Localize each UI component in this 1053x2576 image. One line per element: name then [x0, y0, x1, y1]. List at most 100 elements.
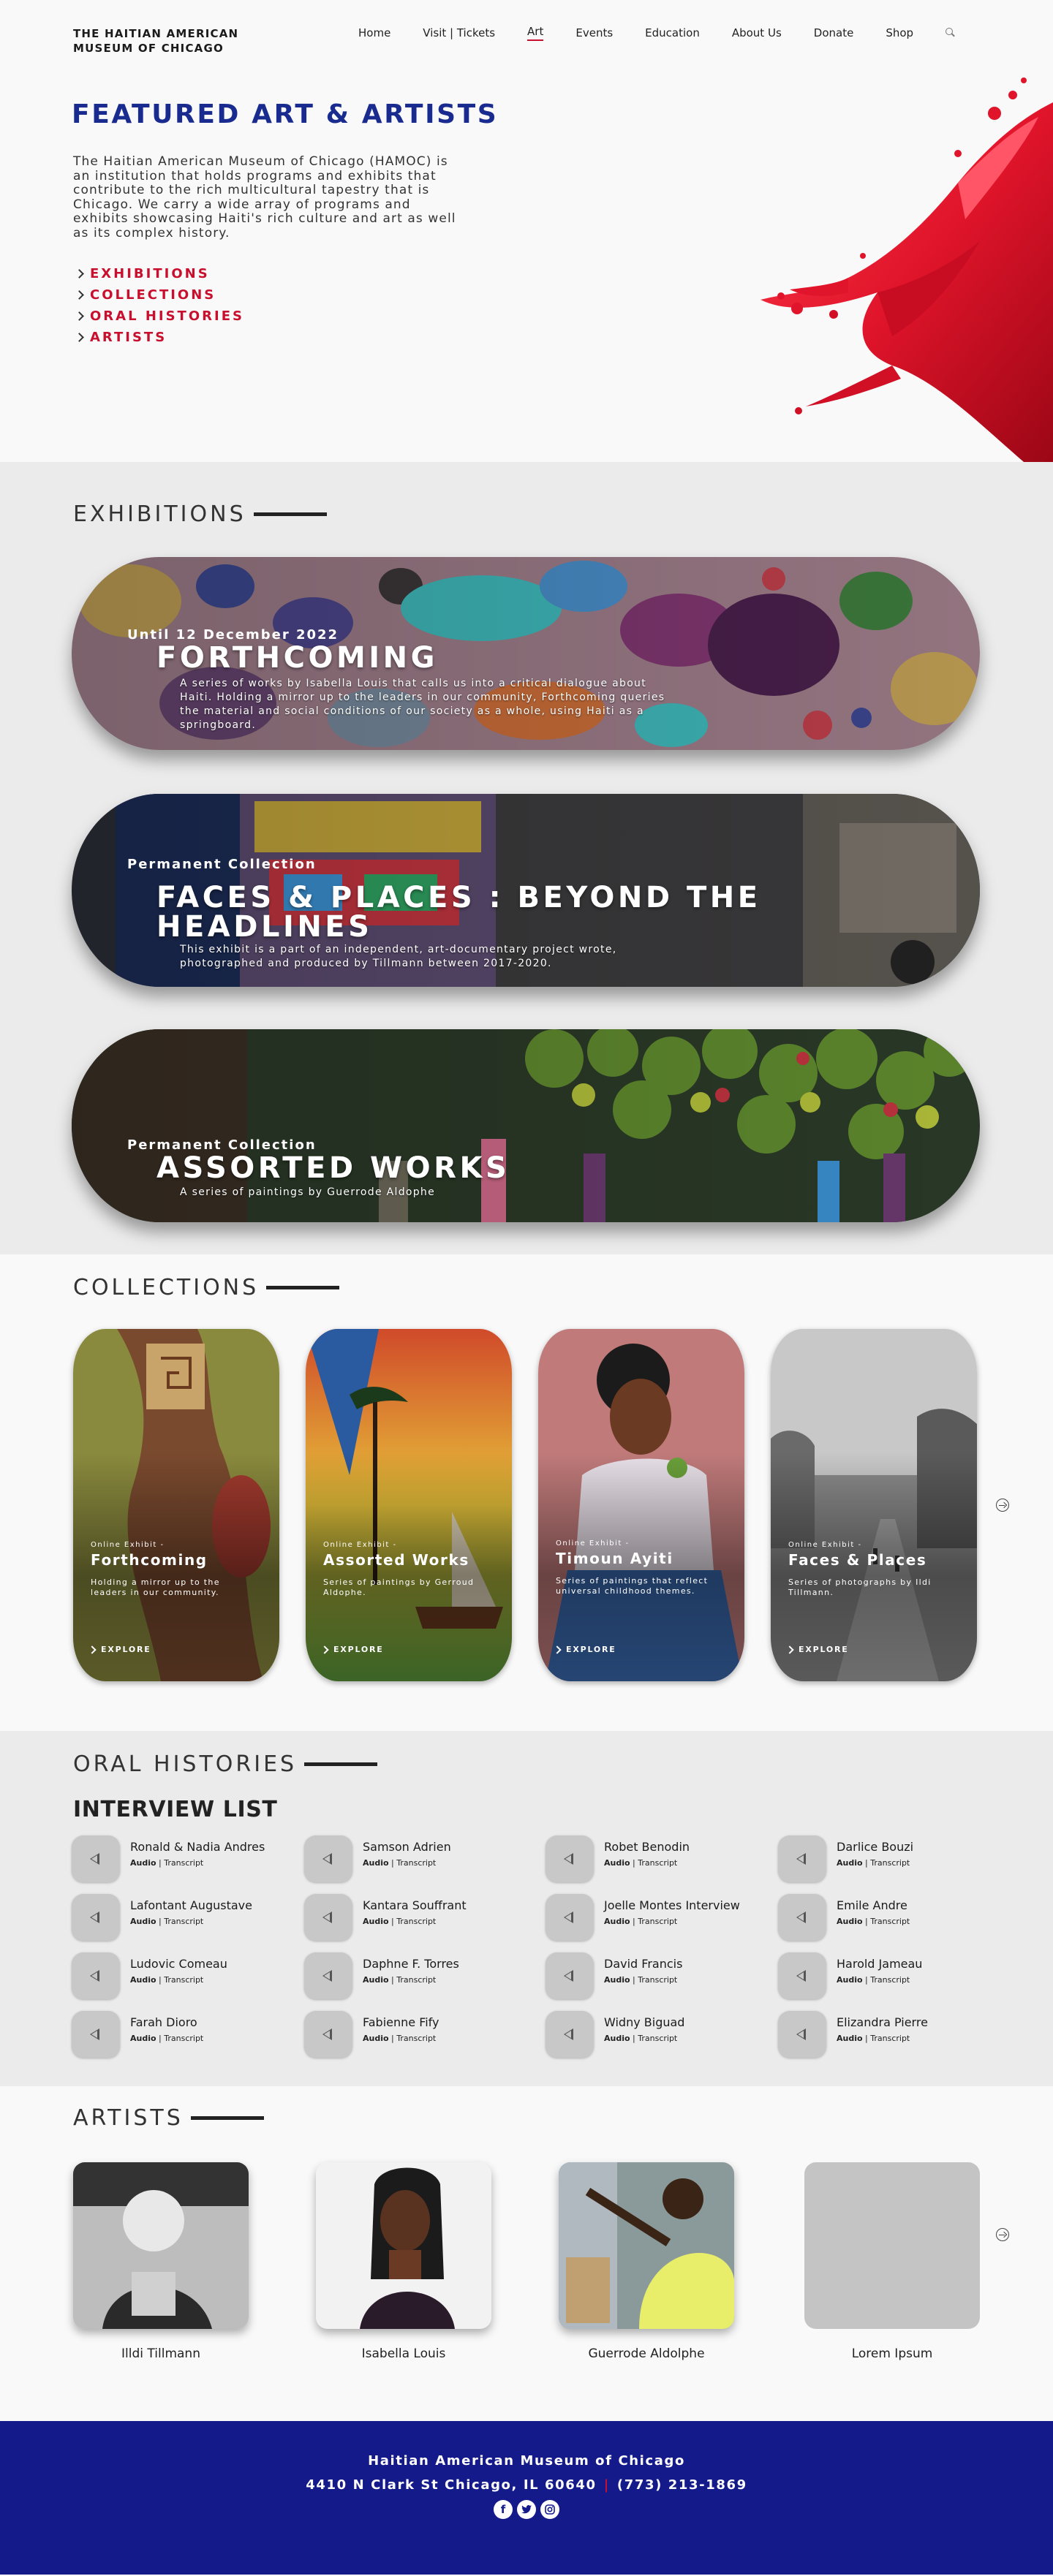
nav-events[interactable]: Events — [575, 26, 613, 39]
interview-name[interactable]: Ronald & Nadia Andres — [130, 1840, 265, 1854]
transcript-link[interactable]: Transcript — [870, 2034, 910, 2043]
anchor-artists[interactable]: ARTISTS — [75, 327, 244, 348]
nav-about-us[interactable]: About Us — [732, 26, 782, 39]
interview-name[interactable]: Elizandra Pierre — [837, 2015, 928, 2029]
play-audio-icon[interactable] — [546, 2011, 594, 2058]
audio-link[interactable]: Audio — [837, 1858, 863, 1868]
explore-link[interactable]: EXPLORE — [88, 1645, 151, 1654]
audio-link[interactable]: Audio — [363, 1917, 389, 1926]
interview-name[interactable]: Harold Jameau — [837, 1957, 922, 1971]
transcript-link[interactable]: Transcript — [164, 1975, 203, 1985]
audio-link[interactable]: Audio — [604, 1858, 630, 1868]
transcript-link[interactable]: Transcript — [164, 1858, 203, 1868]
twitter-icon[interactable] — [517, 2500, 536, 2519]
play-audio-icon[interactable] — [304, 1894, 352, 1941]
play-audio-icon[interactable] — [778, 2011, 826, 2058]
play-audio-icon[interactable] — [72, 1836, 120, 1882]
nav-donate[interactable]: Donate — [814, 26, 854, 39]
explore-link[interactable]: EXPLORE — [785, 1645, 849, 1654]
interview-name[interactable]: Farah Dioro — [130, 2015, 203, 2029]
nav-visit-tickets[interactable]: Visit | Tickets — [423, 26, 495, 39]
interview-name[interactable]: Robet Benodin — [604, 1840, 690, 1854]
site-logo[interactable]: THE HAITIAN AMERICAN MUSEUM OF CHICAGO — [73, 26, 263, 56]
interview-text: Lafontant Augustave Audio | Transcript — [130, 1898, 252, 1926]
play-audio-icon[interactable] — [304, 1952, 352, 1999]
anchor-collections[interactable]: COLLECTIONS — [75, 284, 244, 306]
collection-card-assorted-works[interactable]: Online Exhibit - Assorted Works Series o… — [306, 1329, 512, 1681]
play-audio-icon[interactable] — [304, 1836, 352, 1882]
audio-link[interactable]: Audio — [837, 1917, 863, 1926]
transcript-link[interactable]: Transcript — [870, 1858, 910, 1868]
nav-home[interactable]: Home — [358, 26, 390, 39]
audio-link[interactable]: Audio — [363, 1858, 389, 1868]
transcript-link[interactable]: Transcript — [638, 1858, 677, 1868]
artists-next-arrow-icon[interactable] — [996, 2228, 1009, 2241]
collection-card-forthcoming[interactable]: Online Exhibit - Forthcoming Holding a m… — [73, 1329, 279, 1681]
anchor-oral-histories[interactable]: ORAL HISTORIES — [75, 306, 244, 327]
play-audio-icon[interactable] — [546, 1952, 594, 1999]
nav-art[interactable]: Art — [527, 25, 544, 41]
play-audio-icon[interactable] — [72, 1894, 120, 1941]
play-audio-icon[interactable] — [778, 1836, 826, 1882]
interview-name[interactable]: Darlice Bouzi — [837, 1840, 913, 1854]
transcript-link[interactable]: Transcript — [396, 1917, 436, 1926]
collections-next-arrow-icon[interactable] — [996, 1499, 1009, 1512]
search-icon[interactable] — [946, 28, 956, 38]
audio-link[interactable]: Audio — [363, 2034, 389, 2043]
audio-link[interactable]: Audio — [130, 1975, 156, 1985]
artist-card[interactable]: Lorem Ipsum — [804, 2162, 980, 2361]
interview-name[interactable]: Daphne F. Torres — [363, 1957, 459, 1971]
interview-name[interactable]: Samson Adrien — [363, 1840, 451, 1854]
play-audio-icon[interactable] — [72, 1952, 120, 1999]
audio-link[interactable]: Audio — [130, 1917, 156, 1926]
facebook-icon[interactable]: f — [494, 2500, 513, 2519]
explore-link[interactable]: EXPLORE — [553, 1645, 616, 1654]
exhibition-card-forthcoming[interactable]: Until 12 December 2022 FORTHCOMING A ser… — [72, 557, 980, 750]
footer-phone[interactable]: (773) 213-1869 — [617, 2477, 747, 2493]
collection-card-timoun-ayiti[interactable]: Online Exhibit - Timoun Ayiti Series of … — [538, 1329, 744, 1681]
transcript-link[interactable]: Transcript — [870, 1917, 910, 1926]
nav-education[interactable]: Education — [645, 26, 700, 39]
play-audio-icon[interactable] — [72, 2011, 120, 2058]
artist-card[interactable]: Illdi Tillmann — [73, 2162, 249, 2361]
audio-link[interactable]: Audio — [837, 1975, 863, 1985]
artist-card[interactable]: Guerrode Aldolphe — [559, 2162, 734, 2361]
transcript-link[interactable]: Transcript — [164, 2034, 203, 2043]
interview-name[interactable]: David Francis — [604, 1957, 682, 1971]
interview-name[interactable]: Fabienne Fify — [363, 2015, 439, 2029]
interview-name[interactable]: Widny Biguad — [604, 2015, 684, 2029]
audio-link[interactable]: Audio — [837, 2034, 863, 2043]
transcript-link[interactable]: Transcript — [164, 1917, 203, 1926]
play-audio-icon[interactable] — [546, 1894, 594, 1941]
play-audio-icon[interactable] — [778, 1894, 826, 1941]
transcript-link[interactable]: Transcript — [638, 2034, 677, 2043]
transcript-link[interactable]: Transcript — [870, 1975, 910, 1985]
exhibition-card-assorted-works[interactable]: Permanent Collection ASSORTED WORKS A se… — [72, 1029, 980, 1222]
interview-name[interactable]: Emile Andre — [837, 1898, 910, 1912]
play-audio-icon[interactable] — [304, 2011, 352, 2058]
audio-link[interactable]: Audio — [604, 2034, 630, 2043]
play-audio-icon[interactable] — [546, 1836, 594, 1882]
interview-name[interactable]: Lafontant Augustave — [130, 1898, 252, 1912]
nav-shop[interactable]: Shop — [886, 26, 913, 39]
transcript-link[interactable]: Transcript — [396, 2034, 436, 2043]
audio-link[interactable]: Audio — [130, 1858, 156, 1868]
anchor-exhibitions[interactable]: EXHIBITIONS — [75, 263, 244, 284]
play-audio-icon[interactable] — [778, 1952, 826, 1999]
audio-link[interactable]: Audio — [604, 1975, 630, 1985]
audio-link[interactable]: Audio — [130, 2034, 156, 2043]
collection-card-faces-places[interactable]: Online Exhibit - Faces & Places Series o… — [771, 1329, 977, 1681]
interview-name[interactable]: Joelle Montes Interview — [604, 1898, 740, 1912]
exhibition-card-faces-places[interactable]: Permanent Collection FACES & PLACES : BE… — [72, 794, 980, 987]
transcript-link[interactable]: Transcript — [638, 1917, 677, 1926]
instagram-icon[interactable] — [540, 2500, 559, 2519]
interview-name[interactable]: Kantara Souffrant — [363, 1898, 467, 1912]
audio-link[interactable]: Audio — [604, 1917, 630, 1926]
transcript-link[interactable]: Transcript — [396, 1858, 436, 1868]
transcript-link[interactable]: Transcript — [638, 1975, 677, 1985]
interview-name[interactable]: Ludovic Comeau — [130, 1957, 227, 1971]
transcript-link[interactable]: Transcript — [396, 1975, 436, 1985]
artist-card[interactable]: Isabella Louis — [316, 2162, 491, 2361]
audio-link[interactable]: Audio — [363, 1975, 389, 1985]
explore-link[interactable]: EXPLORE — [320, 1645, 384, 1654]
